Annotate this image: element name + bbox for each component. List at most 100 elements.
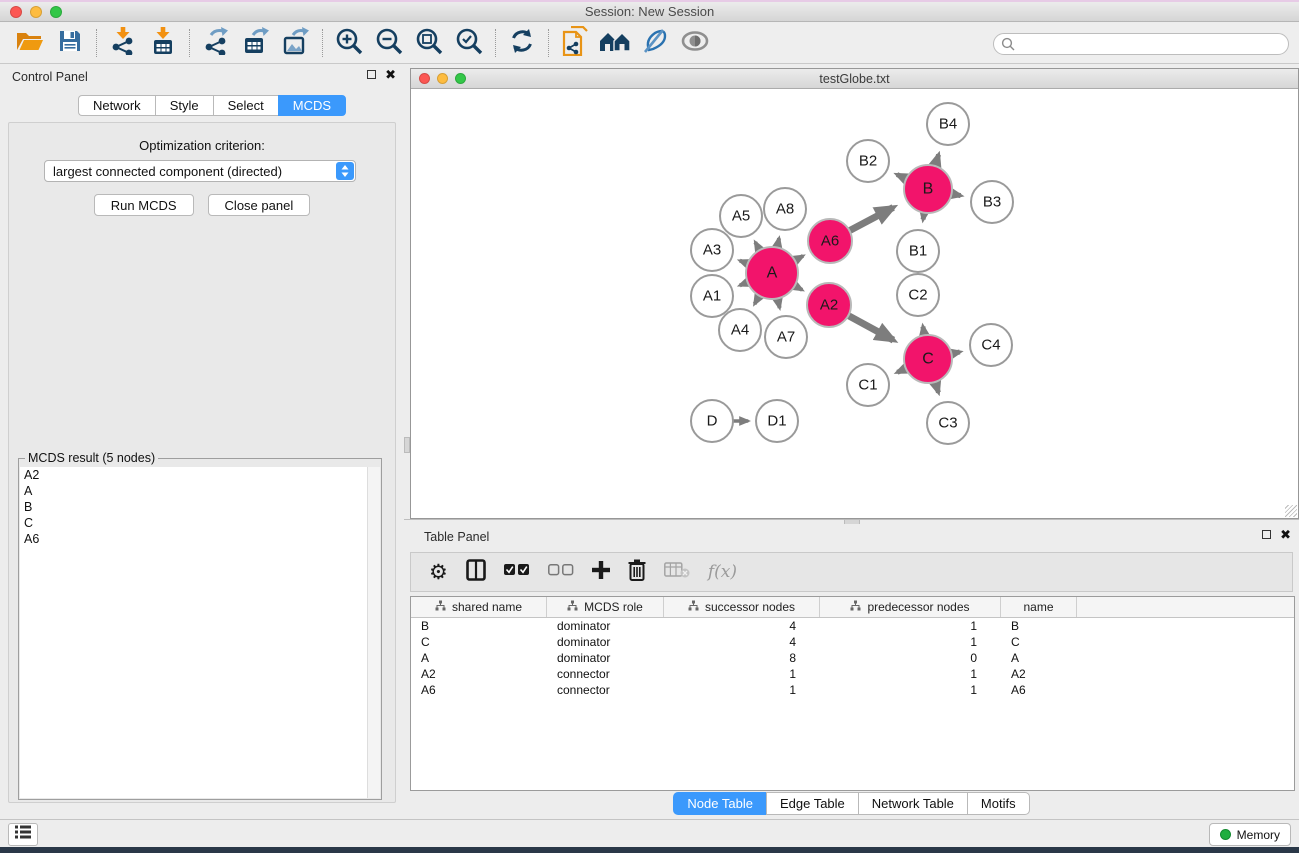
float-panel-icon[interactable]: [367, 70, 376, 79]
zoom-in-button[interactable]: [329, 27, 369, 59]
table-row[interactable]: A2connector11A2: [411, 666, 1294, 682]
criterion-select[interactable]: largest connected component (directed): [44, 160, 356, 182]
node-C1[interactable]: C1: [847, 364, 889, 406]
column-header-shared-name[interactable]: shared name: [411, 597, 547, 617]
result-list-scrollbar[interactable]: [367, 467, 380, 798]
mcds-result-item[interactable]: B: [20, 499, 368, 515]
table-cell[interactable]: 4: [664, 634, 820, 650]
open-session-button[interactable]: [10, 27, 50, 59]
run-mcds-button[interactable]: Run MCDS: [94, 194, 194, 216]
table-cell[interactable]: A: [411, 650, 547, 666]
node-D[interactable]: D: [691, 400, 733, 442]
mcds-result-item[interactable]: A6: [20, 531, 368, 547]
table-cell[interactable]: 1: [820, 682, 1001, 698]
table-cell[interactable]: A2: [411, 666, 547, 682]
save-session-button[interactable]: [50, 27, 90, 59]
edge-A-A3[interactable]: [740, 261, 748, 264]
table-cell[interactable]: C: [411, 634, 547, 650]
table-cell[interactable]: 4: [664, 618, 820, 634]
table-cell[interactable]: A6: [1001, 682, 1077, 698]
node-B2[interactable]: B2: [847, 140, 889, 182]
column-header-MCDS-role[interactable]: MCDS role: [547, 597, 664, 617]
table-cell[interactable]: 1: [664, 682, 820, 698]
column-header-name[interactable]: name: [1001, 597, 1077, 617]
zoom-selected-button[interactable]: [449, 27, 489, 59]
mcds-result-item[interactable]: A2: [20, 467, 368, 483]
edge-C-C2[interactable]: [923, 327, 924, 336]
table-row[interactable]: A6connector11A6: [411, 682, 1294, 698]
close-panel-icon[interactable]: ✖: [385, 70, 396, 79]
node-A6[interactable]: A6: [808, 219, 852, 263]
table-cell[interactable]: C: [1001, 634, 1077, 650]
node-A2[interactable]: A2: [807, 283, 851, 327]
import-network-button[interactable]: [103, 27, 143, 59]
edge-B-B3[interactable]: [952, 194, 961, 196]
node-A[interactable]: A: [746, 247, 798, 299]
table-cell[interactable]: dominator: [547, 618, 664, 634]
export-image-button[interactable]: [276, 27, 316, 59]
maximize-window-button[interactable]: [50, 6, 62, 18]
mcds-result-item[interactable]: C: [20, 515, 368, 531]
edge-A-A5[interactable]: [755, 242, 759, 250]
node-A7[interactable]: A7: [765, 316, 807, 358]
annotation-toggle-button[interactable]: [635, 27, 675, 59]
tab-edge-table[interactable]: Edge Table: [766, 792, 858, 815]
edge-B-B4[interactable]: [935, 155, 939, 166]
close-panel-button[interactable]: Close panel: [208, 194, 311, 216]
tab-node-table[interactable]: Node Table: [673, 792, 766, 815]
tab-network[interactable]: Network: [78, 95, 155, 116]
visibility-button[interactable]: [675, 27, 715, 59]
network-maximize-button[interactable]: [455, 73, 466, 84]
column-header-predecessor-nodes[interactable]: predecessor nodes: [820, 597, 1001, 617]
window-resize-grip[interactable]: [1285, 505, 1297, 517]
tab-select[interactable]: Select: [213, 95, 278, 116]
table-row[interactable]: Cdominator41C: [411, 634, 1294, 650]
table-cell[interactable]: 1: [820, 618, 1001, 634]
tab-motifs[interactable]: Motifs: [967, 792, 1030, 815]
clone-network-button[interactable]: [555, 27, 595, 59]
table-cell[interactable]: connector: [547, 682, 664, 698]
delete-table-button[interactable]: [664, 558, 690, 586]
node-D1[interactable]: D1: [756, 400, 798, 442]
refresh-button[interactable]: [502, 27, 542, 59]
mcds-result-item[interactable]: A: [20, 483, 368, 499]
mcds-result-list[interactable]: A2ABCA6: [20, 467, 369, 798]
apply-function-button[interactable]: f(x): [708, 558, 737, 586]
edge-A2-C[interactable]: [848, 316, 893, 341]
table-cell[interactable]: dominator: [547, 634, 664, 650]
column-header-successor-nodes[interactable]: successor nodes: [664, 597, 820, 617]
table-cell[interactable]: 1: [820, 666, 1001, 682]
table-settings-button[interactable]: ⚙: [429, 558, 448, 586]
export-table-button[interactable]: [236, 27, 276, 59]
edge-B-B2[interactable]: [897, 175, 906, 179]
zoom-fit-button[interactable]: [409, 27, 449, 59]
memory-button[interactable]: Memory: [1209, 823, 1291, 846]
node-B3[interactable]: B3: [971, 181, 1013, 223]
tab-network-table[interactable]: Network Table: [858, 792, 967, 815]
close-window-button[interactable]: [10, 6, 22, 18]
network-minimize-button[interactable]: [437, 73, 448, 84]
node-A1[interactable]: A1: [691, 275, 733, 317]
table-cell[interactable]: 1: [820, 634, 1001, 650]
edge-A-A1[interactable]: [740, 282, 748, 285]
network-canvas[interactable]: B4B2BB3A5A8A6A3B1AA1C2A2A4A7C4CC1DD1C3: [411, 90, 1298, 518]
table-cell[interactable]: 0: [820, 650, 1001, 666]
zoom-out-button[interactable]: [369, 27, 409, 59]
deselect-all-button[interactable]: [548, 558, 574, 586]
table-cell[interactable]: B: [1001, 618, 1077, 634]
select-all-button[interactable]: [504, 558, 530, 586]
table-cell[interactable]: connector: [547, 666, 664, 682]
node-table[interactable]: shared nameMCDS rolesuccessor nodesprede…: [410, 596, 1295, 791]
table-cell[interactable]: A: [1001, 650, 1077, 666]
edge-A-A7[interactable]: [778, 298, 780, 307]
show-columns-button[interactable]: [466, 558, 486, 586]
edge-A-A8[interactable]: [777, 238, 779, 247]
edge-A-A6[interactable]: [795, 256, 803, 261]
node-C[interactable]: C: [904, 335, 952, 383]
task-history-button[interactable]: [8, 823, 38, 846]
node-C3[interactable]: C3: [927, 402, 969, 444]
float-panel-icon[interactable]: [1262, 530, 1271, 539]
delete-column-button[interactable]: [628, 558, 646, 586]
export-network-button[interactable]: [196, 27, 236, 59]
table-row[interactable]: Adominator80A: [411, 650, 1294, 666]
